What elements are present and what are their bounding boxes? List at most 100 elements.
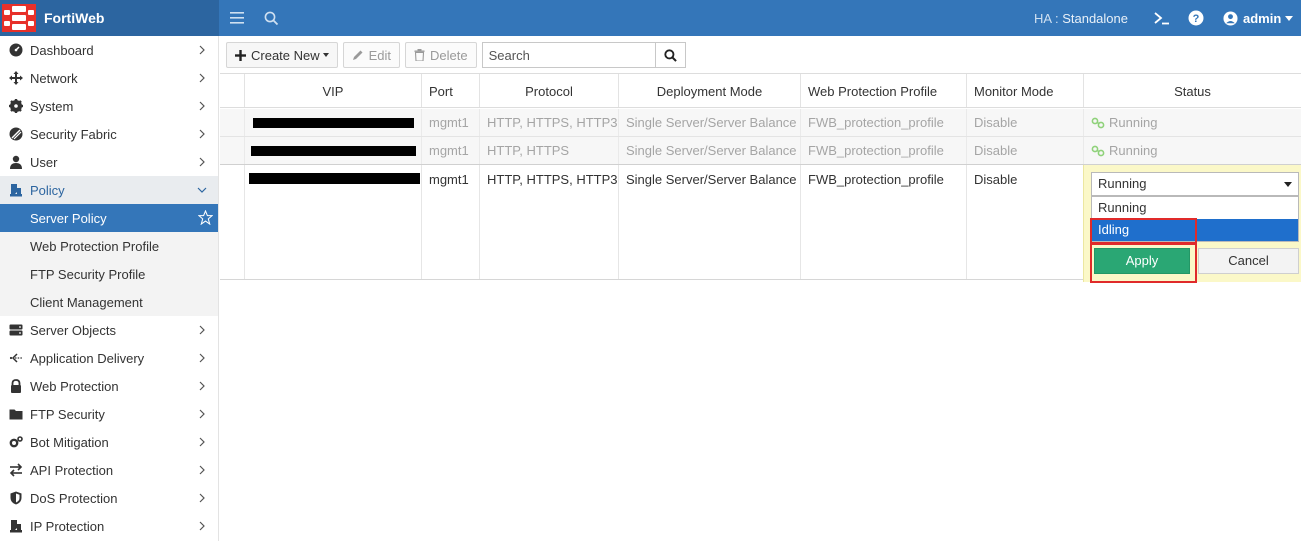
column-header-deployment-mode[interactable]: Deployment Mode — [618, 74, 800, 107]
cancel-button[interactable]: Cancel — [1198, 248, 1299, 274]
chevron-down-icon — [1285, 15, 1294, 21]
network-icon — [0, 71, 30, 85]
sidebar-item-label: User — [30, 154, 58, 170]
user-menu[interactable]: admin — [1223, 0, 1294, 36]
sidebar-item-policy[interactable]: Policy — [0, 176, 218, 204]
table-row[interactable]: mgmt1 HTTP, HTTPS, HTTP3 Single Server/S… — [220, 109, 1301, 137]
sidebar-item-network[interactable]: Network — [0, 64, 218, 92]
create-new-button[interactable]: Create New — [226, 42, 338, 68]
sidebar-item-label: API Protection — [30, 462, 114, 478]
toolbar: Create New Edit Delete — [226, 42, 686, 68]
port-cell: mgmt1 — [421, 109, 479, 136]
protocol-cell: HTTP, HTTPS — [479, 137, 618, 164]
sidebar-item-api-protection[interactable]: API Protection — [0, 456, 218, 484]
search-box — [481, 42, 686, 68]
sidebar-item-system[interactable]: System — [0, 92, 218, 120]
chevron-right-icon — [199, 437, 205, 447]
vip-cell — [244, 165, 421, 279]
sidebar-item-bot-mitigation[interactable]: Bot Mitigation — [0, 428, 218, 456]
profile-cell: FWB_protection_profile — [800, 109, 966, 136]
ha-label: HA : — [1034, 10, 1059, 26]
sidebar-item-web-protection[interactable]: Web Protection — [0, 372, 218, 400]
search-button[interactable] — [655, 42, 686, 68]
policy-icon — [0, 183, 30, 197]
column-header-port[interactable]: Port — [421, 74, 479, 107]
chevron-right-icon — [199, 73, 205, 83]
fortinet-logo-icon — [2, 4, 36, 32]
status-option-running[interactable]: Running — [1092, 197, 1298, 219]
chevron-right-icon — [199, 101, 205, 111]
delete-button[interactable]: Delete — [405, 42, 477, 68]
row-handle — [220, 165, 244, 279]
sidebar-subitem-label: FTP Security Profile — [30, 266, 146, 282]
row-handle — [220, 109, 244, 136]
redaction-mark — [253, 118, 414, 128]
status-value: Running — [1109, 115, 1158, 130]
profile-cell: FWB_protection_profile — [800, 165, 966, 279]
profile-cell: FWB_protection_profile — [800, 137, 966, 164]
sidebar-subitem-client-management[interactable]: Client Management — [0, 288, 218, 316]
sidebar-subitem-server-policy[interactable]: Server Policy — [0, 204, 218, 232]
exchange-icon — [0, 463, 30, 477]
deployment-mode-cell: Single Server/Server Balance — [618, 165, 800, 279]
shield-icon — [0, 491, 30, 505]
chevron-right-icon — [199, 465, 205, 475]
sidebar-subitem-ftp-security-profile[interactable]: FTP Security Profile — [0, 260, 218, 288]
sidebar-item-dos-protection[interactable]: DoS Protection — [0, 484, 218, 512]
deployment-mode-cell: Single Server/Server Balance — [618, 137, 800, 164]
sidebar-item-label: Policy — [30, 182, 65, 198]
sidebar-item-security-fabric[interactable]: Security Fabric — [0, 120, 218, 148]
favorite-star-icon[interactable] — [198, 210, 213, 225]
status-select[interactable]: Running — [1091, 172, 1299, 196]
server-icon — [0, 323, 30, 337]
pencil-icon — [352, 49, 364, 61]
sidebar-subitem-web-protection-profile[interactable]: Web Protection Profile — [0, 232, 218, 260]
chevron-right-icon — [199, 381, 205, 391]
sidebar-subitem-label: Web Protection Profile — [30, 238, 160, 254]
ha-value: Standalone — [1062, 10, 1128, 26]
sidebar-item-server-objects[interactable]: Server Objects — [0, 316, 218, 344]
chevron-right-icon — [199, 493, 205, 503]
column-header-monitor-mode[interactable]: Monitor Mode — [966, 74, 1083, 107]
search-input[interactable] — [481, 42, 656, 68]
monitor-mode-cell: Disable — [966, 137, 1083, 164]
search-icon — [663, 48, 677, 62]
caret-down-icon — [322, 53, 329, 57]
status-cell[interactable]: Running — [1083, 137, 1301, 164]
annotation-highlight-apply — [1090, 243, 1197, 283]
chevron-right-icon — [199, 325, 205, 335]
help-icon[interactable]: ? — [1186, 8, 1206, 28]
sidebar-item-label: Bot Mitigation — [30, 434, 109, 450]
delete-label: Delete — [430, 47, 468, 63]
column-header-web-protection-profile[interactable]: Web Protection Profile — [800, 74, 966, 107]
column-header-status[interactable]: Status — [1083, 74, 1301, 107]
sidebar-item-ftp-security[interactable]: FTP Security — [0, 400, 218, 428]
dashboard-icon — [0, 43, 30, 57]
table-row[interactable]: mgmt1 HTTP, HTTPS Single Server/Server B… — [220, 137, 1301, 165]
column-header-vip[interactable]: VIP — [244, 74, 421, 107]
running-link-icon — [1091, 145, 1105, 157]
folder-icon — [0, 407, 30, 421]
sidebar-item-dashboard[interactable]: Dashboard — [0, 36, 218, 64]
header-select-column[interactable] — [220, 74, 244, 107]
table-header: VIP Port Protocol Deployment Mode Web Pr… — [220, 73, 1301, 108]
column-header-protocol[interactable]: Protocol — [479, 74, 618, 107]
sidebar-item-ip-protection[interactable]: IP Protection — [0, 512, 218, 540]
sidebar-item-user[interactable]: User — [0, 148, 218, 176]
sidebar-item-label: Application Delivery — [30, 350, 145, 366]
sidebar-item-label: DoS Protection — [30, 490, 118, 506]
search-icon[interactable] — [261, 8, 281, 28]
sidebar-subitem-label: Server Policy — [30, 210, 107, 226]
menu-toggle-icon[interactable] — [227, 8, 247, 28]
sidebar-item-application-delivery[interactable]: Application Delivery — [0, 344, 218, 372]
edit-button[interactable]: Edit — [342, 42, 401, 68]
sidebar-item-label: Server Objects — [30, 322, 116, 338]
user-circle-icon — [1223, 10, 1238, 26]
redaction-mark — [251, 146, 416, 156]
brand[interactable]: FortiWeb — [0, 0, 219, 36]
cli-console-icon[interactable] — [1152, 8, 1172, 28]
chevron-right-icon — [199, 409, 205, 419]
chevron-right-icon — [199, 157, 205, 167]
security-fabric-icon — [0, 127, 30, 141]
status-cell[interactable]: Running — [1083, 109, 1301, 136]
